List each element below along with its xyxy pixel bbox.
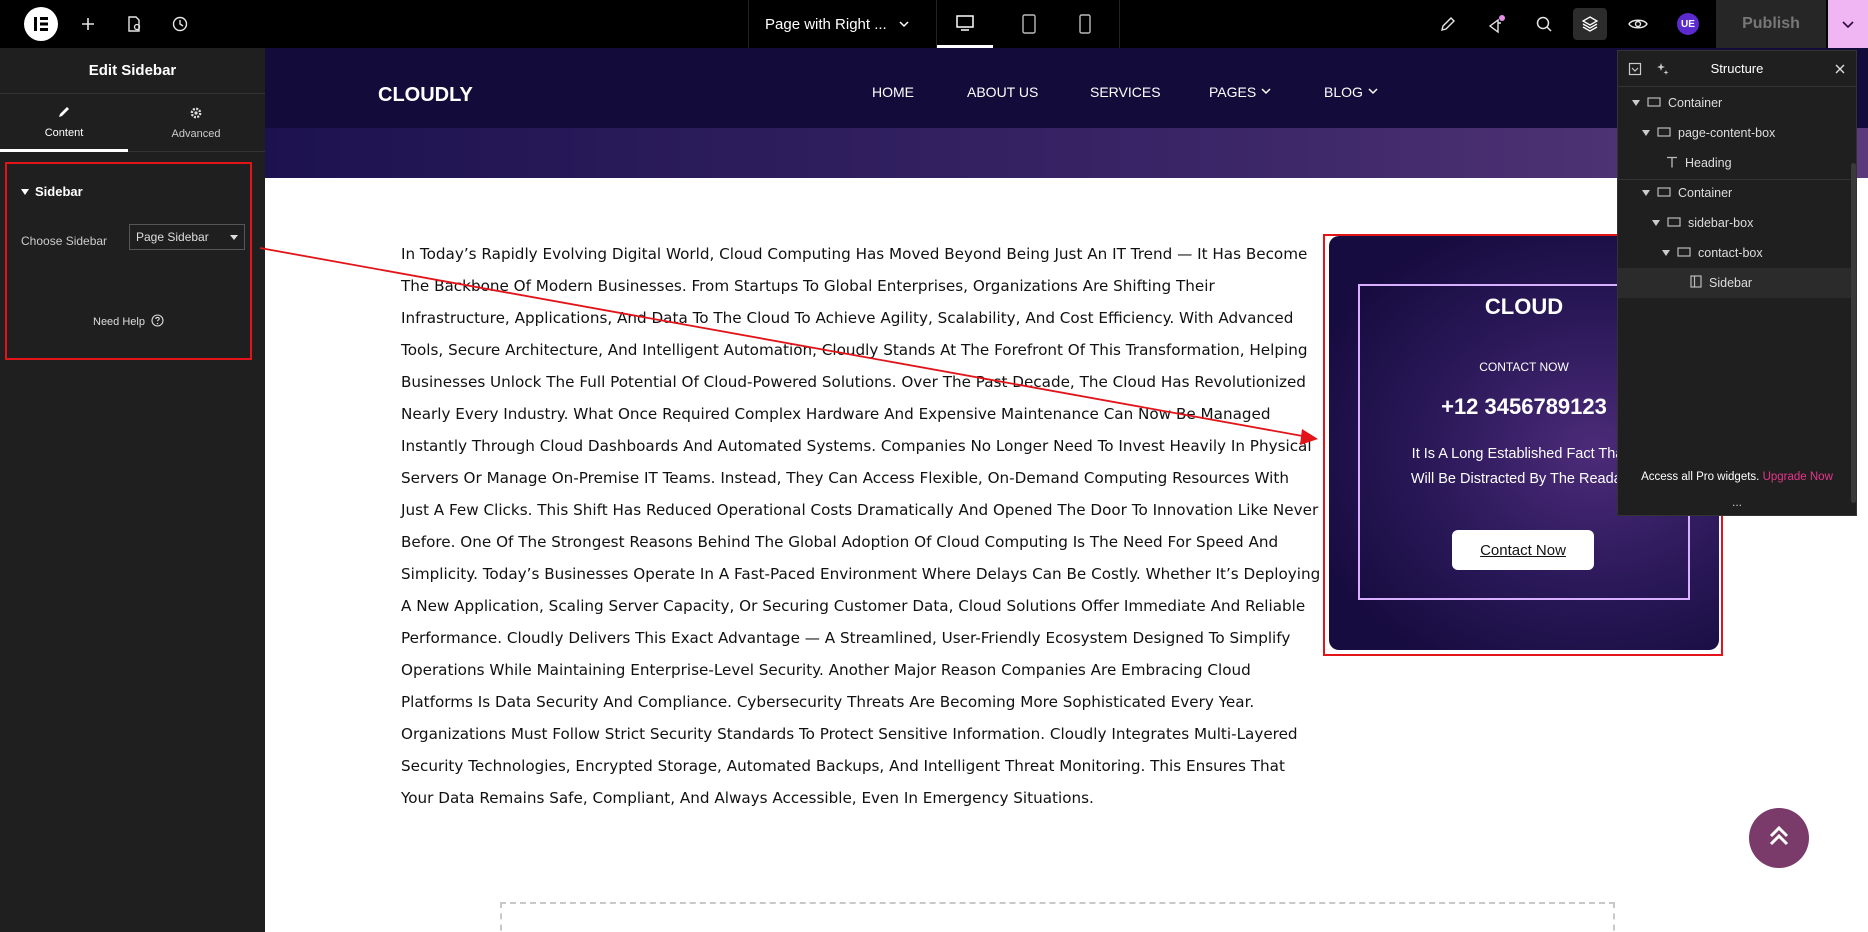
structure-header: Structure	[1618, 51, 1856, 87]
need-help-label: Need Help	[93, 316, 145, 328]
nav-blog-label: BLOG	[1324, 84, 1363, 100]
section-toggle[interactable]: Sidebar	[21, 184, 83, 199]
tree-item-label: Container	[1668, 96, 1723, 110]
choose-sidebar-value: Page Sidebar	[136, 230, 209, 244]
help-circle-icon	[151, 314, 164, 330]
search-icon[interactable]	[1528, 0, 1560, 48]
nav-about-us[interactable]: ABOUT US	[967, 84, 1038, 100]
tablet-view-icon[interactable]	[1001, 0, 1057, 48]
choose-sidebar-select[interactable]: Page Sidebar	[129, 224, 245, 250]
structure-more[interactable]: ...	[1618, 495, 1856, 509]
section-title: Sidebar	[35, 184, 83, 199]
ue-addons-badge[interactable]: UE	[1677, 13, 1699, 35]
device-switcher	[936, 0, 1120, 48]
structure-title: Structure	[1710, 61, 1764, 76]
contact-now-button[interactable]: Contact Now	[1452, 530, 1594, 570]
container-icon	[1657, 126, 1671, 141]
caret-down-icon	[1642, 190, 1650, 196]
upgrade-text: Access all Pro widgets.	[1641, 471, 1760, 483]
need-help-link[interactable]: Need Help	[7, 314, 250, 330]
caret-down-icon	[1652, 220, 1660, 226]
publish-options-chevron-icon[interactable]	[1828, 0, 1868, 48]
nav-services[interactable]: SERVICES	[1090, 84, 1161, 100]
desktop-view-icon[interactable]	[937, 0, 993, 48]
double-chevron-up-icon	[1766, 823, 1792, 854]
add-element-icon[interactable]	[72, 0, 104, 48]
tab-advanced[interactable]: Advanced	[132, 94, 260, 152]
tree-item-label: Container	[1678, 186, 1733, 200]
mobile-view-icon[interactable]	[1057, 0, 1113, 48]
container-icon	[1657, 186, 1671, 201]
sidebar-widget-icon	[1690, 275, 1702, 291]
tab-advanced-label: Advanced	[171, 128, 221, 140]
scroll-to-top-button[interactable]	[1749, 808, 1809, 868]
add-section-dropzone[interactable]	[500, 902, 1615, 932]
chevron-down-icon	[1367, 84, 1379, 100]
tree-item-sidebar[interactable]: Sidebar	[1618, 268, 1856, 298]
tree-item-contact-box[interactable]: contact-box	[1618, 238, 1856, 268]
caret-down-icon	[1642, 130, 1650, 136]
nav-home[interactable]: HOME	[872, 84, 914, 100]
nav-home-label: HOME	[872, 84, 914, 100]
nav-about-label: ABOUT US	[967, 84, 1039, 100]
page-name: Page with Right ...	[765, 15, 887, 33]
caret-down-icon	[1632, 100, 1640, 106]
tab-content[interactable]: Content	[0, 94, 128, 152]
choose-sidebar-label: Choose Sidebar	[21, 234, 108, 248]
panel-tabs: Content Advanced	[0, 94, 265, 152]
publish-button[interactable]: Publish	[1716, 0, 1826, 48]
tree-item-label: page-content-box	[1678, 126, 1776, 140]
close-icon[interactable]	[1834, 62, 1846, 80]
gear-icon	[189, 106, 203, 123]
upgrade-notice: Access all Pro widgets. Upgrade Now	[1618, 471, 1856, 483]
notifications-icon[interactable]	[1480, 0, 1512, 48]
container-icon	[1647, 96, 1661, 111]
page-content-text: In Today’s Rapidly Evolving Digital Worl…	[401, 245, 1321, 807]
history-icon[interactable]	[164, 0, 196, 48]
panel-title: Edit Sidebar	[0, 48, 265, 94]
container-icon	[1677, 246, 1691, 261]
tree-item-container-2[interactable]: Container	[1618, 178, 1856, 208]
nav-blog[interactable]: BLOG	[1324, 84, 1379, 100]
page-selector[interactable]: Page with Right ...	[748, 0, 928, 48]
tree-item-label: sidebar-box	[1688, 216, 1754, 230]
tree-item-label: contact-box	[1698, 246, 1763, 260]
tree-item-page-content-box[interactable]: page-content-box	[1618, 118, 1856, 148]
structure-scrollbar[interactable]	[1851, 163, 1856, 503]
tree-item-label: Heading	[1685, 156, 1732, 170]
nav-pages[interactable]: PAGES	[1209, 84, 1272, 100]
chevron-down-icon	[1260, 84, 1272, 100]
heading-t-icon	[1666, 156, 1678, 171]
tree-item-heading[interactable]: Heading	[1618, 148, 1856, 178]
select-caret-icon	[230, 235, 238, 240]
sidebar-settings-section: Sidebar Choose Sidebar Page Sidebar Need…	[5, 162, 252, 360]
container-icon	[1667, 216, 1681, 231]
tree-item-container[interactable]: Container	[1618, 88, 1856, 118]
tree-item-label: Sidebar	[1709, 276, 1753, 290]
site-settings-icon[interactable]	[1432, 0, 1464, 48]
top-bar: Page with Right ... UE Publish	[0, 0, 1868, 48]
nav-services-label: SERVICES	[1090, 84, 1161, 100]
structure-layers-icon[interactable]	[1573, 8, 1607, 40]
caret-down-icon	[21, 188, 29, 195]
chevron-down-icon	[898, 17, 910, 34]
tree-item-sidebar-box[interactable]: sidebar-box	[1618, 208, 1856, 238]
page-settings-icon[interactable]	[118, 0, 150, 48]
upgrade-now-link[interactable]: Upgrade Now	[1763, 471, 1833, 483]
edit-panel: Edit Sidebar Content Advanced Sidebar Ch…	[0, 48, 265, 932]
site-logo[interactable]: CLOUDLY	[378, 84, 473, 107]
tab-content-label: Content	[44, 126, 84, 139]
structure-panel: Structure Container page-content-box Hea…	[1617, 50, 1857, 516]
caret-down-icon	[1662, 250, 1670, 256]
nav-pages-label: PAGES	[1209, 84, 1257, 100]
pencil-icon	[57, 105, 71, 122]
elementor-logo-icon[interactable]	[24, 7, 58, 41]
preview-eye-icon[interactable]	[1622, 0, 1654, 48]
